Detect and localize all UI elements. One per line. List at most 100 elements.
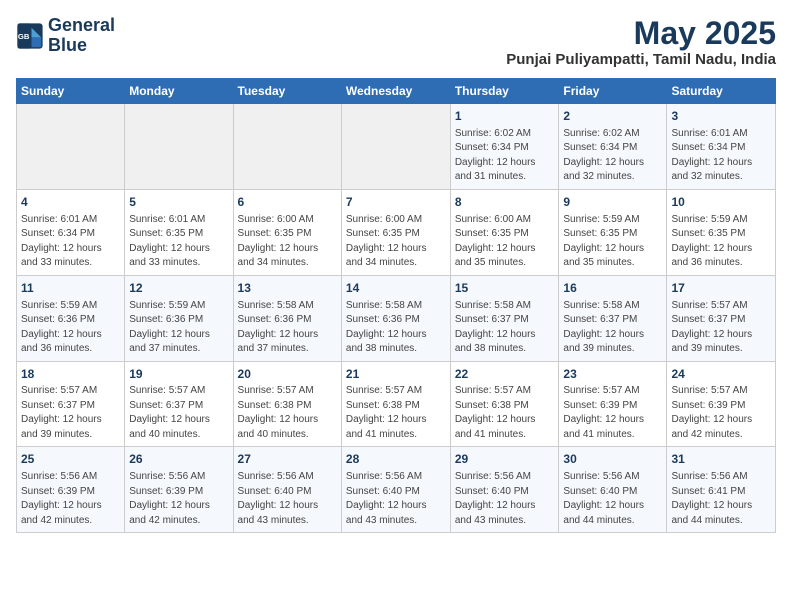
calendar-table: SundayMondayTuesdayWednesdayThursdayFrid…	[16, 78, 776, 533]
calendar-cell: 11 Sunrise: 5:59 AM Sunset: 6:36 PM Dayli…	[17, 275, 125, 361]
day-detail: Sunrise: 5:58 AM Sunset: 6:37 PM Dayligh…	[455, 299, 555, 357]
calendar-cell: 31 Sunrise: 5:56 AM Sunset: 6:41 PM Dayli…	[667, 447, 776, 533]
day-detail: Sunrise: 6:02 AM Sunset: 6:34 PM Dayligh…	[563, 127, 662, 185]
calendar-cell: 21Sunrise: 5:57 AM Sunset: 6:38 PM Dayli…	[341, 361, 450, 447]
calendar-cell: 3 Sunrise: 6:01 AM Sunset: 6:34 PM Daylig…	[667, 104, 776, 190]
day-detail: Sunrise: 5:57 AM Sunset: 6:38 PM Dayligh…	[346, 384, 446, 442]
day-number: 29	[455, 451, 555, 468]
day-detail: Sunrise: 5:57 AM Sunset: 6:38 PM Dayligh…	[455, 384, 555, 442]
calendar-cell	[341, 104, 450, 190]
day-number: 15	[455, 280, 555, 297]
day-detail: Sunrise: 6:00 AM Sunset: 6:35 PM Dayligh…	[455, 213, 555, 271]
day-detail: Sunrise: 5:59 AM Sunset: 6:35 PM Dayligh…	[563, 213, 662, 271]
weekday-header-sunday: Sunday	[17, 79, 125, 104]
week-row-4: 18Sunrise: 5:57 AM Sunset: 6:37 PM Dayli…	[17, 361, 776, 447]
calendar-cell: 26 Sunrise: 5:56 AM Sunset: 6:39 PM Dayli…	[125, 447, 233, 533]
title-block: May 2025 Punjai Puliyampatti, Tamil Nadu…	[506, 16, 776, 68]
location: Punjai Puliyampatti, Tamil Nadu, India	[506, 51, 776, 68]
weekday-header-row: SundayMondayTuesdayWednesdayThursdayFrid…	[17, 79, 776, 104]
day-number: 25	[21, 451, 120, 468]
calendar-cell: 30Sunrise: 5:56 AM Sunset: 6:40 PM Dayli…	[559, 447, 667, 533]
weekday-header-monday: Monday	[125, 79, 233, 104]
day-number: 23	[563, 366, 662, 383]
calendar-cell: 6 Sunrise: 6:00 AM Sunset: 6:35 PM Daylig…	[233, 189, 341, 275]
calendar-cell	[17, 104, 125, 190]
week-row-5: 25 Sunrise: 5:56 AM Sunset: 6:39 PM Dayli…	[17, 447, 776, 533]
weekday-header-wednesday: Wednesday	[341, 79, 450, 104]
day-number: 13	[238, 280, 337, 297]
day-detail: Sunrise: 5:58 AM Sunset: 6:37 PM Dayligh…	[563, 299, 662, 357]
calendar-cell	[125, 104, 233, 190]
calendar-cell: 14 Sunrise: 5:58 AM Sunset: 6:36 PM Dayli…	[341, 275, 450, 361]
week-row-2: 4 Sunrise: 6:01 AM Sunset: 6:34 PM Daylig…	[17, 189, 776, 275]
week-row-3: 11 Sunrise: 5:59 AM Sunset: 6:36 PM Dayli…	[17, 275, 776, 361]
day-number: 30	[563, 451, 662, 468]
day-detail: Sunrise: 5:57 AM Sunset: 6:38 PM Dayligh…	[238, 384, 337, 442]
week-row-1: 1Sunrise: 6:02 AM Sunset: 6:34 PM Daylig…	[17, 104, 776, 190]
calendar-cell: 9 Sunrise: 5:59 AM Sunset: 6:35 PM Daylig…	[559, 189, 667, 275]
day-detail: Sunrise: 5:56 AM Sunset: 6:41 PM Dayligh…	[671, 470, 771, 528]
calendar-cell: 27 Sunrise: 5:56 AM Sunset: 6:40 PM Dayli…	[233, 447, 341, 533]
day-detail: Sunrise: 6:00 AM Sunset: 6:35 PM Dayligh…	[346, 213, 446, 271]
calendar-cell: 22Sunrise: 5:57 AM Sunset: 6:38 PM Dayli…	[450, 361, 559, 447]
day-detail: Sunrise: 5:57 AM Sunset: 6:37 PM Dayligh…	[21, 384, 120, 442]
calendar-cell: 19Sunrise: 5:57 AM Sunset: 6:37 PM Dayli…	[125, 361, 233, 447]
weekday-header-friday: Friday	[559, 79, 667, 104]
day-detail: Sunrise: 5:58 AM Sunset: 6:36 PM Dayligh…	[238, 299, 337, 357]
day-detail: Sunrise: 6:00 AM Sunset: 6:35 PM Dayligh…	[238, 213, 337, 271]
day-detail: Sunrise: 6:01 AM Sunset: 6:34 PM Dayligh…	[21, 213, 120, 271]
day-detail: Sunrise: 5:58 AM Sunset: 6:36 PM Dayligh…	[346, 299, 446, 357]
weekday-header-thursday: Thursday	[450, 79, 559, 104]
day-number: 27	[238, 451, 337, 468]
day-number: 28	[346, 451, 446, 468]
logo-text: General Blue	[48, 16, 115, 56]
day-number: 21	[346, 366, 446, 383]
day-number: 6	[238, 194, 337, 211]
day-number: 5	[129, 194, 228, 211]
day-number: 10	[671, 194, 771, 211]
day-number: 14	[346, 280, 446, 297]
day-detail: Sunrise: 5:57 AM Sunset: 6:37 PM Dayligh…	[129, 384, 228, 442]
day-number: 19	[129, 366, 228, 383]
day-number: 7	[346, 194, 446, 211]
day-detail: Sunrise: 5:56 AM Sunset: 6:40 PM Dayligh…	[238, 470, 337, 528]
day-number: 4	[21, 194, 120, 211]
calendar-cell: 18Sunrise: 5:57 AM Sunset: 6:37 PM Dayli…	[17, 361, 125, 447]
day-detail: Sunrise: 5:57 AM Sunset: 6:39 PM Dayligh…	[671, 384, 771, 442]
day-number: 24	[671, 366, 771, 383]
calendar-cell: 28 Sunrise: 5:56 AM Sunset: 6:40 PM Dayli…	[341, 447, 450, 533]
calendar-cell: 16Sunrise: 5:58 AM Sunset: 6:37 PM Dayli…	[559, 275, 667, 361]
day-number: 9	[563, 194, 662, 211]
calendar-cell: 10 Sunrise: 5:59 AM Sunset: 6:35 PM Dayli…	[667, 189, 776, 275]
calendar-cell: 15 Sunrise: 5:58 AM Sunset: 6:37 PM Dayli…	[450, 275, 559, 361]
calendar-cell: 1Sunrise: 6:02 AM Sunset: 6:34 PM Daylig…	[450, 104, 559, 190]
calendar-cell: 24Sunrise: 5:57 AM Sunset: 6:39 PM Dayli…	[667, 361, 776, 447]
calendar-cell: 12Sunrise: 5:59 AM Sunset: 6:36 PM Dayli…	[125, 275, 233, 361]
calendar-cell: 20Sunrise: 5:57 AM Sunset: 6:38 PM Dayli…	[233, 361, 341, 447]
day-number: 2	[563, 108, 662, 125]
day-number: 22	[455, 366, 555, 383]
day-number: 11	[21, 280, 120, 297]
day-number: 31	[671, 451, 771, 468]
calendar-cell	[233, 104, 341, 190]
day-number: 3	[671, 108, 771, 125]
day-detail: Sunrise: 5:59 AM Sunset: 6:36 PM Dayligh…	[21, 299, 120, 357]
day-detail: Sunrise: 5:56 AM Sunset: 6:40 PM Dayligh…	[346, 470, 446, 528]
logo: GB General Blue	[16, 16, 115, 56]
calendar-cell: 29 Sunrise: 5:56 AM Sunset: 6:40 PM Dayli…	[450, 447, 559, 533]
day-detail: Sunrise: 6:01 AM Sunset: 6:34 PM Dayligh…	[671, 127, 771, 185]
day-detail: Sunrise: 5:59 AM Sunset: 6:35 PM Dayligh…	[671, 213, 771, 271]
calendar-cell: 25Sunrise: 5:56 AM Sunset: 6:39 PM Dayli…	[17, 447, 125, 533]
day-detail: Sunrise: 5:57 AM Sunset: 6:37 PM Dayligh…	[671, 299, 771, 357]
day-detail: Sunrise: 5:56 AM Sunset: 6:40 PM Dayligh…	[455, 470, 555, 528]
day-number: 26	[129, 451, 228, 468]
month-year: May 2025	[506, 16, 776, 51]
calendar-cell: 5Sunrise: 6:01 AM Sunset: 6:35 PM Daylig…	[125, 189, 233, 275]
weekday-header-saturday: Saturday	[667, 79, 776, 104]
svg-text:GB: GB	[18, 32, 30, 41]
page-header: GB General Blue May 2025 Punjai Puliyamp…	[16, 16, 776, 68]
calendar-cell: 2 Sunrise: 6:02 AM Sunset: 6:34 PM Daylig…	[559, 104, 667, 190]
calendar-cell: 7 Sunrise: 6:00 AM Sunset: 6:35 PM Daylig…	[341, 189, 450, 275]
day-detail: Sunrise: 5:56 AM Sunset: 6:39 PM Dayligh…	[129, 470, 228, 528]
logo-icon: GB	[16, 22, 44, 50]
